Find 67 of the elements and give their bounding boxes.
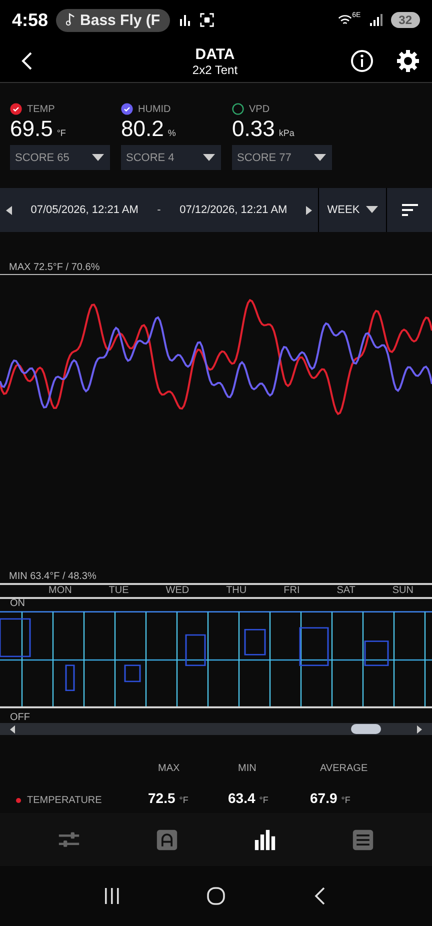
right-arrow-icon[interactable]: [417, 724, 422, 734]
caret-icon: [366, 206, 378, 214]
sort-icon: [402, 204, 418, 216]
music-note-icon: [66, 12, 76, 26]
stat-value: 63.4: [228, 790, 256, 806]
recent-apps-icon[interactable]: [102, 886, 122, 906]
stat-unit: °F: [179, 795, 188, 805]
caret-icon: [92, 154, 104, 162]
scrollbar-thumb[interactable]: [351, 724, 381, 734]
start-date[interactable]: 07/05/2026, 12:21 AM: [30, 204, 138, 216]
day-label: MON: [48, 586, 72, 596]
stat-unit: °F: [341, 795, 350, 805]
day-label: FRI: [284, 586, 300, 596]
stat-unit: °F: [259, 795, 268, 805]
battery-level: 32: [390, 12, 420, 28]
score-dropdown[interactable]: SCORE 77: [232, 145, 332, 170]
left-arrow-icon[interactable]: [10, 724, 15, 734]
metric-value: 69.5: [10, 116, 53, 142]
day-label: THU: [226, 586, 247, 596]
metric-label: TEMP: [27, 104, 55, 114]
max-label: MAX 72.5°F / 70.6%: [8, 262, 101, 274]
media-pill[interactable]: Bass Fly (F: [56, 8, 170, 32]
home-icon[interactable]: [206, 886, 226, 906]
day-label: SUN: [392, 586, 414, 596]
mode-icon[interactable]: [156, 828, 178, 850]
off-label: OFF: [10, 713, 30, 723]
settings-icon[interactable]: [396, 49, 420, 73]
score-dropdown[interactable]: SCORE 4: [121, 145, 221, 170]
scrollbar[interactable]: [0, 723, 432, 735]
metric-value: 80.2: [121, 116, 164, 142]
bar-chart-icon[interactable]: [254, 828, 276, 850]
stat-value: 72.5: [148, 790, 176, 806]
screenshot-icon: [200, 13, 214, 27]
end-date[interactable]: 07/12/2026, 12:21 AM: [180, 204, 288, 216]
column-header: AVERAGE: [319, 763, 369, 774]
day-label: SAT: [336, 586, 356, 596]
metric-label: HUMID: [138, 104, 171, 114]
equalizer-icon: [178, 13, 192, 27]
clock-time: 4:58: [12, 10, 48, 30]
next-icon[interactable]: [306, 204, 312, 216]
row-label: TEMPERATURE: [27, 795, 102, 806]
column-header: MIN: [237, 763, 258, 774]
metric-value: 0.33: [232, 116, 275, 142]
list-icon[interactable]: [352, 828, 374, 850]
caret-icon: [203, 154, 215, 162]
caret-icon: [314, 154, 326, 162]
min-label: MIN 63.4°F / 48.3%: [8, 571, 98, 583]
metric-unit: °F: [56, 128, 66, 138]
metric-unit: %: [168, 128, 176, 138]
info-icon[interactable]: [350, 49, 374, 73]
day-label: TUE: [108, 586, 129, 596]
day-label: WED: [166, 586, 190, 596]
device-name: 2x2 Tent: [192, 62, 238, 76]
checkbox[interactable]: [10, 103, 22, 115]
stat-value: 67.9: [310, 790, 338, 806]
score-dropdown[interactable]: SCORE 65: [10, 145, 110, 170]
checkbox[interactable]: [121, 103, 133, 115]
metric-unit: kPa: [278, 128, 294, 138]
checkbox[interactable]: [232, 103, 244, 115]
signal-icon: [368, 13, 383, 27]
metric-label: VPD: [249, 104, 270, 114]
range-separator: -: [157, 204, 161, 216]
column-header: MAX: [157, 763, 181, 774]
page-title: DATA: [195, 46, 235, 62]
wifi-icon: [338, 13, 352, 27]
previous-icon[interactable]: [6, 204, 12, 216]
on-label: ON: [10, 599, 25, 609]
